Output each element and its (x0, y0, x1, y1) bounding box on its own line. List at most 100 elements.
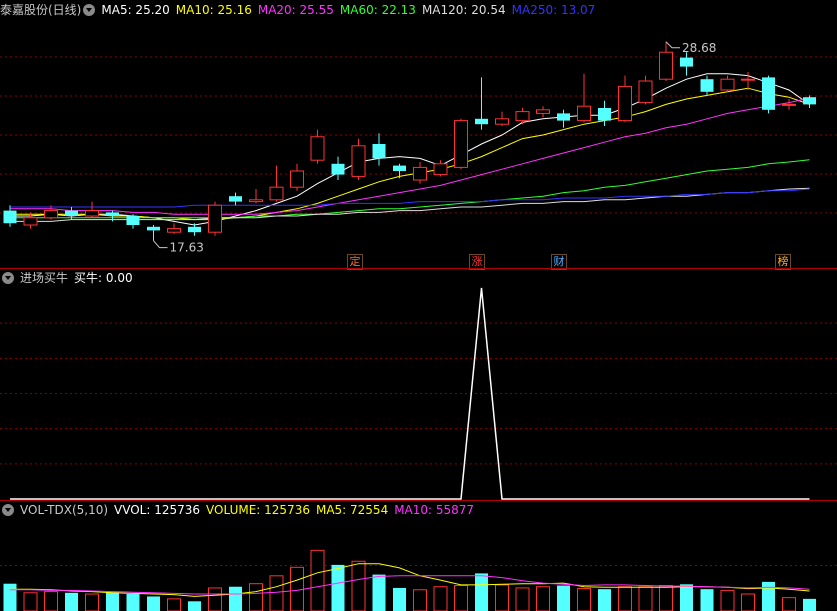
volume-bar-up (167, 598, 181, 611)
high-price-label: 28.68 (682, 41, 716, 55)
price-legend: 泰嘉股份(日线) MA5: 25.20 MA10: 25.16 MA20: 25… (0, 2, 601, 18)
low-pointer (153, 240, 168, 249)
volume-bar-down (393, 587, 406, 611)
volume-bar-up (659, 585, 673, 611)
volume-bar-up (720, 589, 735, 611)
volume-bar-down (106, 592, 119, 611)
volume-bar-up (782, 597, 796, 611)
candle-up (310, 136, 325, 161)
candle-down (598, 108, 611, 121)
candle-down (229, 196, 242, 202)
volume-bar-down (803, 598, 816, 611)
collapse-menu-icon[interactable] (2, 504, 14, 516)
volume-bar-up (269, 575, 284, 611)
low-price-label: 17.63 (170, 241, 204, 255)
candle-up (536, 109, 550, 114)
candle-up (454, 120, 468, 168)
volume-bar-down (147, 596, 160, 611)
candle-up (269, 186, 284, 201)
volume-panel[interactable]: VOL-TDX(5,10) VVOL: 125736 VOLUME: 12573… (0, 500, 837, 611)
volume-bar-up (85, 593, 99, 611)
ma-line-ma250 (10, 188, 810, 208)
candle-up (413, 166, 427, 181)
volume-legend: VOL-TDX(5,10) VVOL: 125736 VOLUME: 12573… (0, 502, 480, 518)
candle-down (147, 226, 160, 231)
candle-up (351, 145, 366, 177)
candle-down (126, 216, 140, 225)
candle-up (741, 78, 755, 81)
volume-bar-down (126, 594, 140, 611)
candle-up (433, 163, 448, 176)
indicator-name: 进场买牛 (20, 271, 69, 285)
candle-up (44, 210, 58, 219)
stock-title: 泰嘉股份(日线) (0, 3, 82, 17)
volume-bar-up (23, 592, 38, 611)
indicator-chart[interactable] (0, 268, 837, 500)
volume-bar-up (433, 586, 448, 611)
candle-up (577, 105, 591, 122)
candle-down (680, 57, 693, 67)
volume-bar-up (618, 586, 632, 611)
volume-bar-up (454, 585, 468, 611)
candle-down (762, 77, 775, 110)
collapse-menu-icon[interactable] (2, 272, 14, 284)
volume-label: VOLUME: 125736 (206, 503, 310, 517)
volume-bar-down (331, 564, 345, 611)
ma60-label: MA60: 22.13 (339, 3, 416, 17)
signal-line (10, 287, 810, 500)
volume-bar-down (475, 573, 488, 611)
candle-up (782, 103, 796, 106)
volume-bar-down (65, 592, 78, 611)
volume-bar-up (515, 587, 530, 611)
vol-ma5-label: MA5: 72554 (315, 503, 389, 517)
candle-down (3, 210, 17, 224)
candle-down (188, 226, 201, 233)
volume-bar-up (310, 549, 325, 611)
candle-up (515, 111, 530, 122)
candle-down (372, 144, 386, 159)
candle-up (249, 199, 263, 203)
high-pointer (665, 41, 680, 49)
volume-bar-up (495, 584, 509, 611)
candle-up (167, 228, 181, 233)
candle-up (290, 170, 304, 188)
candle-up (495, 118, 509, 125)
volume-bar-up (44, 591, 58, 611)
volume-bar-down (680, 584, 693, 611)
volume-bar-up (577, 588, 591, 611)
price-chart[interactable]: 28.68 17.63 (0, 0, 837, 268)
price-panel[interactable]: 28.68 17.63 泰嘉股份(日线) MA5: 25.20 MA10: 25.… (0, 0, 837, 270)
candle-down (475, 118, 488, 125)
candle-down (803, 97, 816, 105)
volume-bar-up (413, 589, 427, 611)
ma250-label: MA250: 13.07 (511, 3, 596, 17)
candle-up (720, 78, 735, 91)
candle-down (557, 113, 570, 121)
ma5-label: MA5: 25.20 (101, 3, 170, 17)
indicator-legend: 进场买牛 买牛: 0.00 (0, 270, 139, 286)
candle-down (106, 212, 119, 216)
volume-bar-up (638, 586, 653, 611)
candle-up (208, 204, 222, 233)
collapse-menu-icon[interactable] (83, 4, 96, 16)
volume-bar-down (557, 585, 570, 611)
volume-bar-down (762, 581, 775, 611)
vvol-label: VVOL: 125736 (114, 503, 201, 517)
volume-bar-down (3, 583, 17, 611)
vol-ma10-label: MA10: 55877 (394, 503, 475, 517)
ma-line-ma20 (10, 97, 810, 215)
candle-down (700, 79, 714, 92)
volume-bar-down (598, 589, 611, 611)
ma-line-ma60 (10, 159, 810, 219)
volume-bar-down (229, 586, 242, 611)
ma-line-ma10 (10, 87, 810, 221)
candle-up (23, 217, 38, 226)
ma120-label: MA120: 20.54 (421, 3, 506, 17)
volume-indicator-name: VOL-TDX(5,10) (20, 503, 109, 517)
volume-bar-up (249, 583, 263, 611)
indicator-value: 买牛: 0.00 (74, 271, 133, 285)
candle-up (638, 80, 653, 104)
volume-bar-up (208, 587, 222, 611)
ma10-label: MA10: 25.16 (175, 3, 252, 17)
indicator-panel[interactable]: 进场买牛 买牛: 0.00 (0, 268, 837, 500)
